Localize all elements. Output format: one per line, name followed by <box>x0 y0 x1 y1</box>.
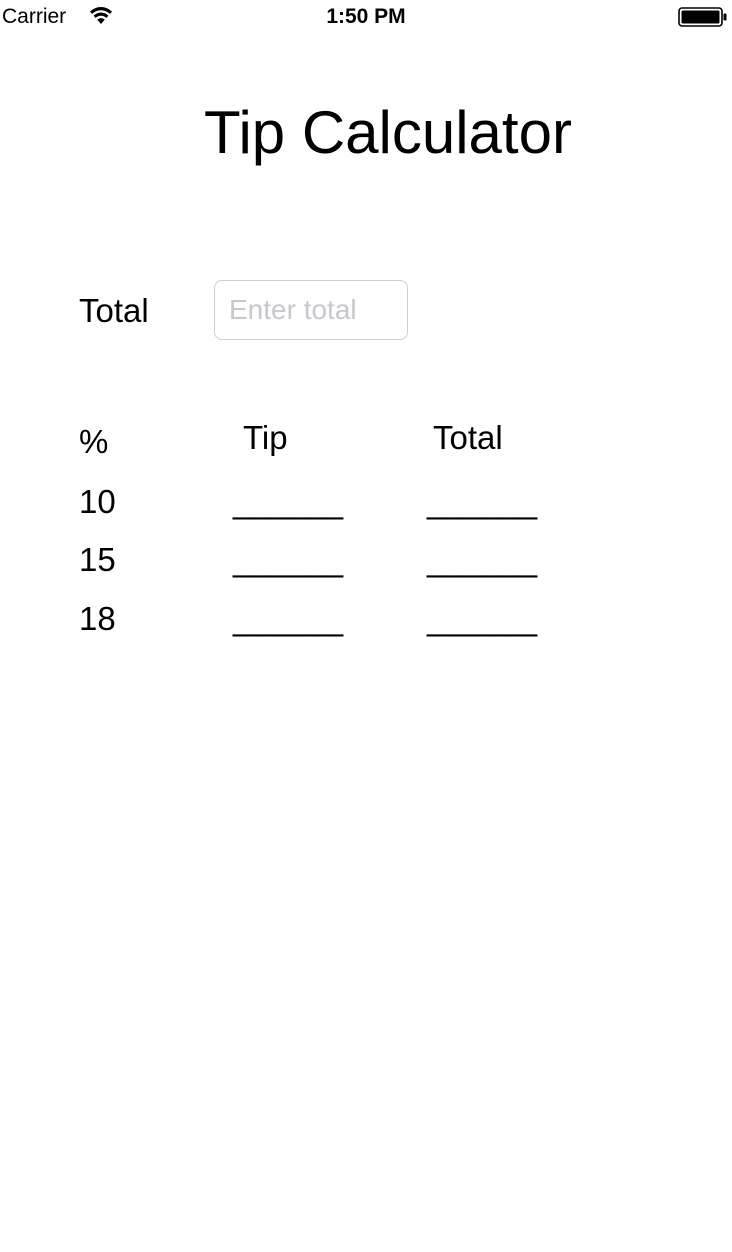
total-10-value: ______ <box>427 483 538 520</box>
page-title: Tip Calculator <box>204 99 572 166</box>
percent-header: % <box>79 423 109 460</box>
total-18-value: ______ <box>427 600 538 637</box>
total-input[interactable] <box>214 280 408 340</box>
percent-18-label: 18 <box>79 600 116 637</box>
tip-10-value: ______ <box>233 483 344 520</box>
tip-header: Tip <box>243 419 288 456</box>
battery-icon <box>678 7 727 27</box>
tip-15-value: ______ <box>233 541 344 578</box>
percent-15-label: 15 <box>79 541 116 578</box>
total-15-value: ______ <box>427 541 538 578</box>
status-time: 1:50 PM <box>326 5 406 28</box>
percent-10-label: 10 <box>79 483 116 520</box>
total-header: Total <box>433 419 503 456</box>
tip-18-value: ______ <box>233 600 344 637</box>
total-label: Total <box>79 292 149 329</box>
status-bar: Carrier 1:50 PM <box>0 0 732 36</box>
